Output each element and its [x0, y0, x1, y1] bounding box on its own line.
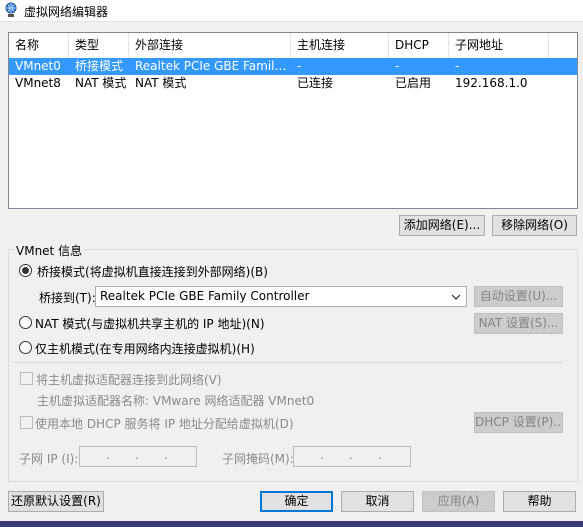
ip-dot: . [349, 448, 353, 462]
connect-adapter-label[interactable]: 将主机虚拟适配器连接到此网络(V) [36, 371, 222, 388]
cell-subnet: 192.168.1.0 [455, 76, 528, 90]
bridged-mode-label[interactable]: 桥接模式(将虚拟机直接连接到外部网络)(B) [37, 263, 268, 280]
use-dhcp-checkbox[interactable] [20, 416, 33, 429]
help-button[interactable]: 帮助 [503, 491, 576, 512]
cell-host: 已连接 [297, 76, 334, 90]
remove-network-button[interactable]: 移除网络(O) [492, 215, 577, 236]
cell-dhcp: - [395, 59, 400, 73]
network-list[interactable]: 名称 类型 外部连接 主机连接 DHCP 子网地址 VMnet0 桥接模式 Re… [8, 32, 578, 209]
cancel-button[interactable]: 取消 [341, 491, 414, 512]
nat-mode-radio[interactable] [19, 316, 32, 329]
nat-mode-label[interactable]: NAT 模式(与虚拟机共享主机的 IP 地址)(N) [35, 315, 265, 332]
bridged-to-select[interactable]: Realtek PCIe GBE Family Controller [95, 286, 467, 307]
use-dhcp-label[interactable]: 使用本地 DHCP 服务将 IP 地址分配给虚拟机(D) [35, 415, 294, 432]
add-network-button[interactable]: 添加网络(E)... [399, 215, 485, 236]
vmnet-info-title: VMnet 信息 [14, 242, 85, 259]
subnet-ip-field[interactable]: . . . [79, 446, 197, 467]
restore-defaults-button[interactable]: 还原默认设置(R) [8, 491, 104, 512]
host-only-mode-radio[interactable] [19, 341, 32, 354]
bridged-mode-radio[interactable] [19, 264, 32, 277]
title-bar: 虚拟网络编辑器 [0, 0, 583, 22]
adapter-name-label: 主机虚拟适配器名称: VMware 网络适配器 VMnet0 [37, 394, 315, 408]
nat-settings-button[interactable]: NAT 设置(S)... [474, 313, 563, 334]
ok-button[interactable]: 确定 [260, 491, 333, 512]
ip-dot: . [135, 448, 139, 462]
taskbar-strip [0, 521, 583, 527]
table-row[interactable]: VMnet8 NAT 模式 NAT 模式 已连接 已启用 192.168.1.0 [9, 75, 577, 92]
apply-button[interactable]: 应用(A) [422, 491, 495, 512]
ip-dot: . [320, 448, 324, 462]
ip-dot: . [378, 448, 382, 462]
cell-type: 桥接模式 [75, 59, 124, 73]
cell-name: VMnet8 [15, 76, 61, 90]
subnet-ip-label: 子网 IP (I): [19, 452, 79, 466]
column-header-type[interactable]: 类型 [69, 33, 129, 58]
cell-host: - [297, 59, 302, 73]
bridged-to-label: 桥接到(T): [39, 291, 96, 305]
ip-dot: . [106, 448, 110, 462]
column-header-name[interactable]: 名称 [9, 33, 69, 58]
column-header-host[interactable]: 主机连接 [291, 33, 389, 58]
list-header: 名称 类型 外部连接 主机连接 DHCP 子网地址 [9, 33, 577, 58]
bridged-to-value: Realtek PCIe GBE Family Controller [100, 289, 310, 303]
ip-dot: . [164, 448, 168, 462]
column-header-subnet[interactable]: 子网地址 [449, 33, 549, 58]
cell-name: VMnet0 [15, 59, 61, 73]
window-title: 虚拟网络编辑器 [24, 5, 109, 19]
network-globe-icon [5, 2, 17, 17]
cell-type: NAT 模式 [75, 76, 127, 90]
cell-subnet: - [455, 59, 460, 73]
cell-external: Realtek PCIe GBE Family Co... [135, 59, 291, 73]
auto-settings-button[interactable]: 自动设置(U)... [474, 286, 563, 307]
cell-dhcp: 已启用 [395, 76, 432, 90]
dhcp-settings-button[interactable]: DHCP 设置(P)... [474, 412, 563, 433]
separator [14, 362, 562, 363]
cell-external: NAT 模式 [135, 76, 187, 90]
subnet-mask-label: 子网掩码(M): [222, 452, 294, 466]
chevron-down-icon [451, 294, 461, 300]
host-only-mode-label[interactable]: 仅主机模式(在专用网络内连接虚拟机)(H) [35, 340, 255, 357]
subnet-mask-field[interactable]: . . . [293, 446, 411, 467]
table-row[interactable]: VMnet0 桥接模式 Realtek PCIe GBE Family Co..… [9, 58, 577, 75]
column-header-dhcp[interactable]: DHCP [389, 33, 449, 58]
column-header-external[interactable]: 外部连接 [129, 33, 291, 58]
connect-adapter-checkbox[interactable] [20, 372, 33, 385]
